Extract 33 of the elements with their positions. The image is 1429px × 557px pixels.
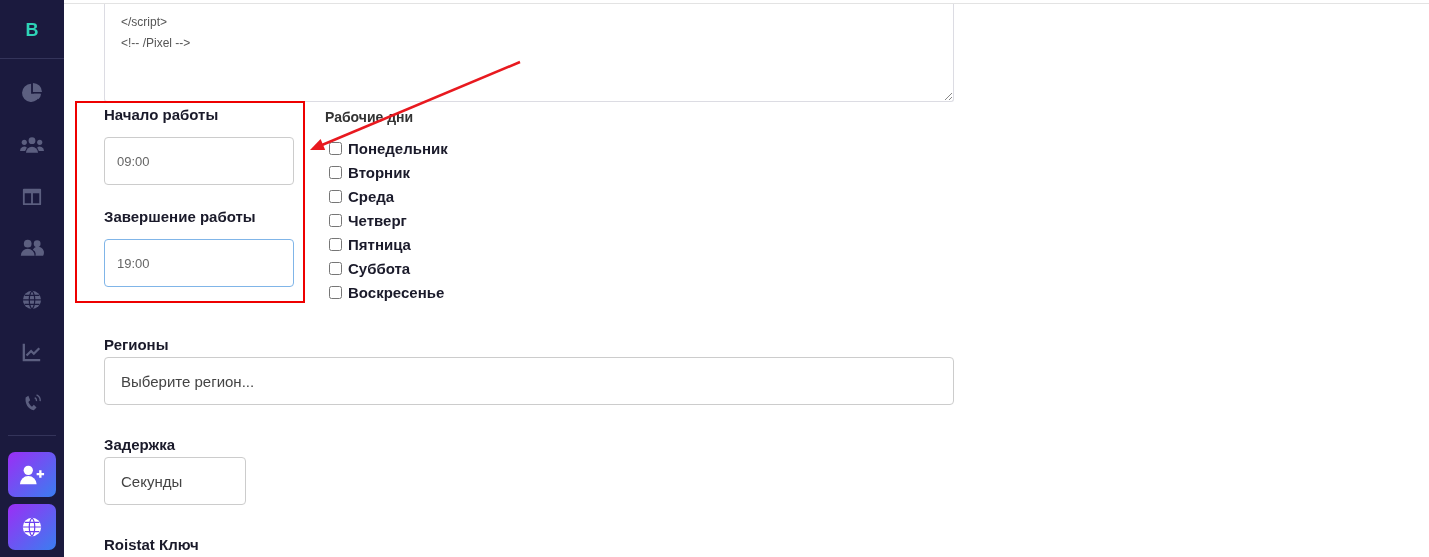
checkbox[interactable] (329, 213, 342, 227)
resize-handle-icon[interactable] (944, 92, 952, 100)
time-field[interactable]: 19:00 (104, 239, 294, 287)
add-user-icon (19, 463, 45, 486)
checkbox[interactable] (329, 285, 342, 299)
day-label: Пятница (348, 235, 411, 253)
day-label: Четверг (348, 211, 407, 229)
checkbox[interactable] (329, 189, 342, 203)
pie-chart-icon[interactable] (20, 82, 44, 104)
code-line: <!-- /Pixel --> (121, 35, 191, 52)
day-label: Среда (348, 187, 395, 205)
field-label: Начало работы (104, 105, 219, 125)
add-user-button[interactable] (8, 451, 56, 498)
seconds-field[interactable]: Секунды (104, 457, 246, 505)
checkbox[interactable] (329, 261, 342, 275)
logo: B (25, 19, 39, 42)
day-label: Понедельник (348, 139, 448, 157)
checkbox[interactable] (329, 237, 342, 251)
time-field[interactable]: 09:00 (104, 137, 294, 185)
region-select[interactable]: Выберите регион... (104, 357, 954, 405)
code-field[interactable]: </script> <!-- /Pixel --> (104, 4, 954, 102)
globe-icon[interactable] (20, 289, 44, 312)
globe-button[interactable] (8, 504, 56, 551)
day-label: Воскресенье (348, 283, 445, 301)
checkbox[interactable] (329, 141, 342, 155)
day-label: Вторник (348, 163, 410, 181)
field-label: Регионы (104, 335, 169, 355)
field-label: Roistat Ключ (104, 535, 199, 555)
day-label: Суббота (348, 259, 411, 277)
checkbox[interactable] (329, 165, 342, 179)
field-label: Задержка (104, 435, 176, 455)
field-label: Завершение работы (104, 207, 256, 227)
code-line: </script> (121, 14, 168, 31)
